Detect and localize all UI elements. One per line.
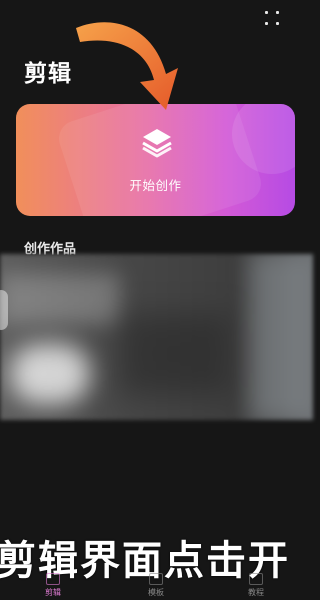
nav-tab-label: 模板: [148, 588, 164, 597]
start-creating-button[interactable]: 开始创作: [16, 104, 295, 216]
layers-icon: [142, 129, 172, 158]
tutorial-icon: [249, 573, 263, 585]
scissors-icon: [46, 573, 60, 585]
nav-tab-tutorial[interactable]: 教程: [236, 573, 276, 598]
work-thumbnail[interactable]: [0, 254, 313, 420]
nav-tab-templates[interactable]: 模板: [136, 573, 176, 598]
nav-tab-label: 剪辑: [45, 588, 61, 597]
more-menu-icon[interactable]: [265, 11, 279, 25]
nav-tab-label: 教程: [248, 588, 264, 597]
template-icon: [149, 573, 163, 585]
page-title: 剪辑: [24, 61, 72, 87]
scroll-handle[interactable]: [0, 290, 8, 330]
start-creating-label: 开始创作: [129, 178, 182, 193]
bottom-nav: 剪辑 模板 教程: [0, 573, 313, 600]
nav-tab-edit[interactable]: 剪辑: [33, 573, 73, 598]
